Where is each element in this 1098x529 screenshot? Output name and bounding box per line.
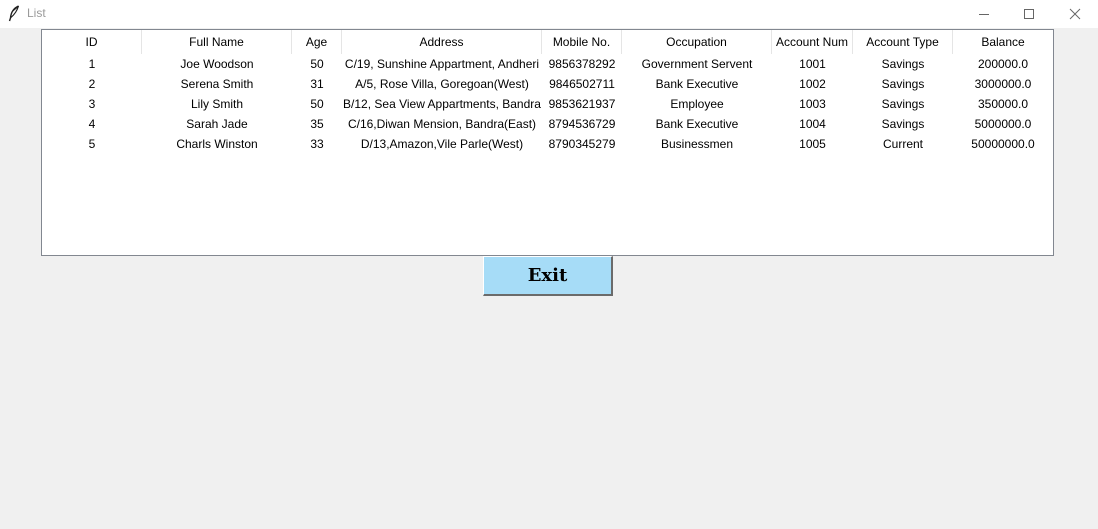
cell-mobile: 8790345279 (548, 137, 616, 151)
cell-account-number: 1001 (799, 57, 826, 71)
cell-id: 4 (88, 117, 96, 131)
title-bar: List (0, 0, 1098, 28)
cell-account-type: Savings (881, 117, 925, 131)
cell-account-type: Current (882, 137, 923, 151)
cell-account-type: Savings (881, 77, 925, 91)
close-button[interactable] (1052, 0, 1098, 28)
column-header-id[interactable]: ID (42, 30, 142, 54)
column-header-account-number[interactable]: Account Num (772, 30, 853, 54)
cell-address: B/12, Sea View Appartments, Bandra (343, 97, 541, 111)
cell-balance: 5000000.0 (974, 117, 1032, 131)
cell-id: 5 (88, 137, 96, 151)
cell-address: C/19, Sunshine Appartment, Andheri (344, 57, 540, 71)
column-header-balance[interactable]: Balance (953, 30, 1053, 54)
cell-account-number: 1002 (799, 77, 826, 91)
cell-age: 50 (310, 97, 324, 111)
cell-occupation: Bank Executive (655, 77, 739, 91)
cell-address: D/13,Amazon,Vile Parle(West) (360, 137, 524, 151)
cell-age: 33 (310, 137, 324, 151)
maximize-button[interactable] (1006, 0, 1052, 28)
column-header-age[interactable]: Age (292, 30, 342, 54)
maximize-icon (1023, 5, 1035, 24)
cell-account-type: Savings (881, 97, 925, 111)
cell-full-name: Lily Smith (190, 97, 243, 111)
feather-icon (8, 5, 20, 22)
cell-id: 1 (88, 57, 96, 71)
cell-full-name: Charls Winston (176, 137, 258, 151)
close-icon (1069, 5, 1081, 24)
cell-balance: 50000000.0 (971, 137, 1035, 151)
minimize-button[interactable] (961, 0, 1007, 28)
column-header-account-type[interactable]: Account Type (853, 30, 953, 54)
table-row[interactable]: 3 Lily Smith 50 B/12, Sea View Appartmen… (42, 94, 1053, 114)
cell-age: 31 (310, 77, 324, 91)
window-title: List (27, 6, 46, 20)
minimize-icon (978, 5, 990, 24)
table-row[interactable]: 2 Serena Smith 31 A/5, Rose Villa, Goreg… (42, 74, 1053, 94)
cell-occupation: Government Servent (641, 57, 753, 71)
cell-full-name: Sarah Jade (186, 117, 248, 131)
cell-full-name: Joe Woodson (180, 57, 254, 71)
table-row[interactable]: 1 Joe Woodson 50 C/19, Sunshine Appartme… (42, 54, 1053, 74)
cell-mobile: 9853621937 (548, 97, 616, 111)
cell-balance: 350000.0 (977, 97, 1029, 111)
cell-address: A/5, Rose Villa, Goregoan(West) (355, 77, 529, 91)
cell-mobile: 9856378292 (548, 57, 616, 71)
cell-account-number: 1005 (799, 137, 826, 151)
cell-full-name: Serena Smith (180, 77, 254, 91)
cell-address: C/16,Diwan Mension, Bandra(East) (347, 117, 537, 131)
cell-balance: 3000000.0 (974, 77, 1032, 91)
cell-age: 35 (310, 117, 324, 131)
table-row[interactable]: 5 Charls Winston 33 D/13,Amazon,Vile Par… (42, 134, 1053, 154)
cell-mobile: 9846502711 (549, 77, 615, 91)
cell-occupation: Businessmen (660, 137, 734, 151)
column-header-address[interactable]: Address (342, 30, 542, 54)
exit-button[interactable]: Exit (483, 256, 613, 296)
cell-id: 3 (88, 97, 96, 111)
table-row[interactable]: 4 Sarah Jade 35 C/16,Diwan Mension, Band… (42, 114, 1053, 134)
cell-account-number: 1003 (799, 97, 826, 111)
column-header-mobile[interactable]: Mobile No. (542, 30, 622, 54)
column-header-full-name[interactable]: Full Name (142, 30, 292, 54)
table-header: ID Full Name Age Address Mobile No. Occu… (42, 30, 1053, 54)
cell-balance: 200000.0 (977, 57, 1029, 71)
cell-id: 2 (88, 77, 96, 91)
cell-occupation: Bank Executive (655, 117, 739, 131)
cell-occupation: Employee (670, 97, 724, 111)
cell-mobile: 8794536729 (548, 117, 616, 131)
column-header-occupation[interactable]: Occupation (622, 30, 772, 54)
cell-account-number: 1004 (799, 117, 826, 131)
cell-age: 50 (310, 57, 324, 71)
accounts-table[interactable]: ID Full Name Age Address Mobile No. Occu… (41, 29, 1054, 256)
cell-account-type: Savings (881, 57, 925, 71)
